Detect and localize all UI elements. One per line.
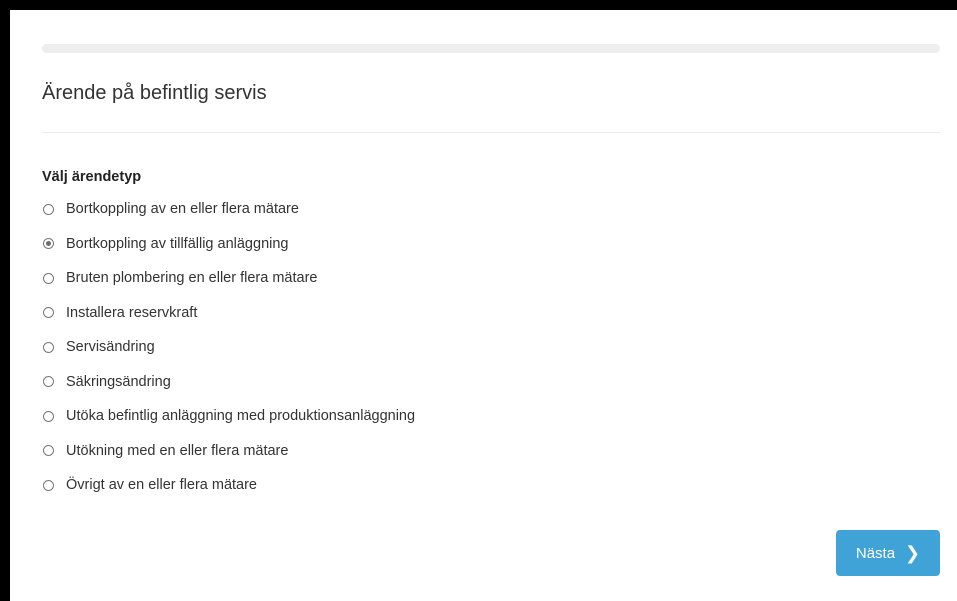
app-window: Ärende på befintlig servis Välj ärendety… xyxy=(10,10,957,601)
case-type-label: Välj ärendetyp xyxy=(42,169,142,185)
option-label: Installera reservkraft xyxy=(66,304,198,321)
radio-button[interactable] xyxy=(43,410,54,422)
next-button[interactable]: Nästa ❯ xyxy=(836,530,940,576)
option-label: Bortkoppling av tillfällig anläggning xyxy=(66,235,289,252)
option-label: Bortkoppling av en eller flera mätare xyxy=(66,201,299,218)
option-label: Säkringsändring xyxy=(66,373,171,390)
case-type-option[interactable]: Installera reservkraft xyxy=(42,296,742,331)
radio-button[interactable] xyxy=(43,376,54,388)
radio-button[interactable] xyxy=(43,203,54,215)
option-label: Servisändring xyxy=(66,339,155,356)
option-label: Bruten plombering en eller flera mätare xyxy=(66,270,318,287)
option-label: Utöka befintlig anläggning med produktio… xyxy=(66,408,416,425)
divider xyxy=(42,132,940,133)
radio-button[interactable] xyxy=(43,307,54,319)
case-type-option[interactable]: Säkringsändring xyxy=(42,365,742,400)
case-type-option[interactable]: Utökning med en eller flera mätare xyxy=(42,434,742,469)
next-button-label: Nästa xyxy=(855,544,896,562)
radio-button[interactable] xyxy=(43,445,54,457)
chevron-right-icon: ❯ xyxy=(905,543,921,563)
progress-bar xyxy=(42,44,940,53)
case-type-options: Bortkoppling av en eller flera mätare Bo… xyxy=(42,192,742,503)
radio-button[interactable] xyxy=(43,479,54,491)
case-type-group: Välj ärendetyp Bortkoppling av en eller … xyxy=(42,168,742,503)
page-title: Ärende på befintlig servis xyxy=(42,82,267,104)
radio-button[interactable] xyxy=(43,238,54,250)
case-type-option[interactable]: Bortkoppling av tillfällig anläggning xyxy=(42,227,742,262)
option-label: Utökning med en eller flera mätare xyxy=(66,442,289,459)
case-type-option[interactable]: Övrigt av en eller flera mätare xyxy=(42,468,742,503)
radio-button[interactable] xyxy=(43,272,54,284)
case-type-option[interactable]: Utöka befintlig anläggning med produktio… xyxy=(42,399,742,434)
case-type-option[interactable]: Bruten plombering en eller flera mätare xyxy=(42,261,742,296)
radio-button[interactable] xyxy=(43,341,54,353)
case-type-option[interactable]: Servisändring xyxy=(42,330,742,365)
option-label: Övrigt av en eller flera mätare xyxy=(66,477,257,494)
case-type-option[interactable]: Bortkoppling av en eller flera mätare xyxy=(42,192,742,227)
